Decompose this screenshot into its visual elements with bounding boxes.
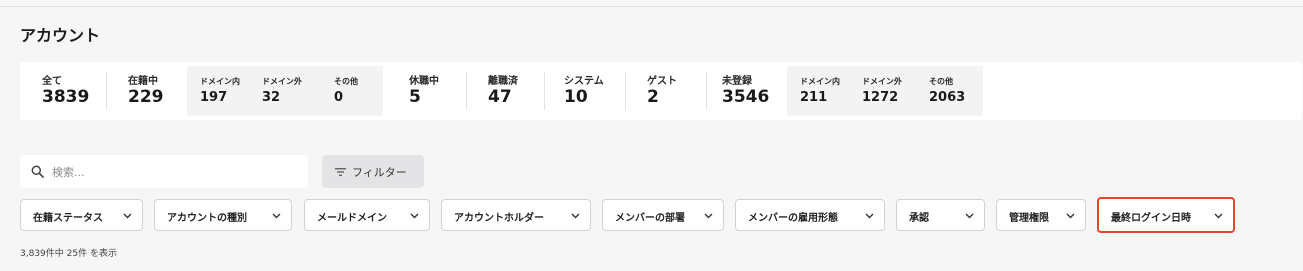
stat-label: 在籍中 bbox=[128, 76, 158, 87]
chevron-down-icon bbox=[865, 213, 874, 219]
filter-chip-account-type[interactable]: アカウントの種別 bbox=[154, 199, 292, 231]
divider bbox=[706, 72, 707, 110]
filter-chip-enrollment-status[interactable]: 在籍ステータス bbox=[20, 199, 143, 231]
filter-button-label: フィルター bbox=[352, 166, 407, 179]
top-divider bbox=[0, 6, 1303, 7]
chevron-down-icon bbox=[965, 213, 974, 219]
filter-chip-employment-type[interactable]: メンバーの雇用形態 bbox=[735, 199, 885, 231]
stat-label: その他 bbox=[334, 77, 358, 86]
stat-value: 3839 bbox=[42, 87, 90, 107]
account-stats-card: 全て 3839 在籍中 229 ドメイン内 197 ドメイン外 32 その他 0… bbox=[20, 62, 1302, 120]
unregistered-breakdown: ドメイン内 211 ドメイン外 1272 その他 2063 bbox=[787, 66, 983, 116]
divider bbox=[544, 72, 545, 110]
stat-value: 2063 bbox=[929, 90, 966, 105]
stat-value: 47 bbox=[488, 87, 512, 107]
stat-value: 3546 bbox=[722, 87, 770, 107]
chip-label: アカウントの種別 bbox=[167, 213, 247, 224]
stat-value: 0 bbox=[334, 90, 344, 105]
filter-chip-member-department[interactable]: メンバーの部署 bbox=[602, 199, 724, 231]
divider bbox=[625, 72, 626, 110]
chevron-down-icon bbox=[410, 213, 419, 219]
chip-label: 管理権限 bbox=[1009, 213, 1049, 224]
divider bbox=[106, 72, 107, 110]
chip-label: 承認 bbox=[909, 213, 929, 224]
filter-chip-account-holder[interactable]: アカウントホルダー bbox=[441, 199, 591, 231]
stat-value: 32 bbox=[262, 90, 281, 105]
filter-button[interactable]: フィルター bbox=[322, 155, 424, 188]
stat-label: その他 bbox=[929, 77, 953, 86]
chip-label: メールドメイン bbox=[317, 213, 387, 224]
result-count: 3,839件中 25件 を表示 bbox=[20, 249, 117, 259]
stat-value: 1272 bbox=[862, 90, 899, 105]
chip-label: 最終ログイン日時 bbox=[1111, 213, 1191, 224]
chevron-down-icon bbox=[571, 213, 580, 219]
filter-chip-last-login[interactable]: 最終ログイン日時 bbox=[1097, 197, 1235, 233]
stat-value: 5 bbox=[409, 87, 421, 107]
stat-label: ゲスト bbox=[647, 76, 677, 87]
chevron-down-icon bbox=[1214, 213, 1223, 219]
stat-label: 全て bbox=[42, 76, 62, 87]
search-box bbox=[20, 155, 308, 188]
stat-value: 197 bbox=[200, 90, 228, 105]
enrolled-breakdown: ドメイン内 197 ドメイン外 32 その他 0 bbox=[187, 66, 383, 116]
page-title: アカウント bbox=[20, 26, 101, 45]
stat-label: 離職済 bbox=[488, 76, 518, 87]
search-input[interactable] bbox=[52, 162, 292, 182]
stat-value: 211 bbox=[800, 90, 828, 105]
stat-value: 229 bbox=[128, 87, 164, 107]
stat-label: ドメイン外 bbox=[862, 77, 902, 86]
stat-label: 未登録 bbox=[722, 76, 752, 87]
search-icon bbox=[31, 165, 44, 178]
chevron-down-icon bbox=[1066, 213, 1075, 219]
divider bbox=[466, 72, 467, 110]
chevron-down-icon bbox=[123, 213, 132, 219]
stat-value: 10 bbox=[564, 87, 588, 107]
chevron-down-icon bbox=[704, 213, 713, 219]
stat-value: 2 bbox=[647, 87, 659, 107]
filter-chip-approval[interactable]: 承認 bbox=[896, 199, 985, 231]
filter-chip-mail-domain[interactable]: メールドメイン bbox=[304, 199, 430, 231]
stat-label: ドメイン内 bbox=[800, 77, 840, 86]
filter-lines-icon bbox=[335, 168, 346, 176]
chip-label: メンバーの部署 bbox=[615, 213, 685, 224]
stat-label: 休職中 bbox=[409, 76, 439, 87]
stat-label: システム bbox=[564, 76, 604, 87]
chip-label: アカウントホルダー bbox=[454, 213, 544, 224]
filter-chip-admin-permission[interactable]: 管理権限 bbox=[996, 199, 1086, 231]
stat-label: ドメイン外 bbox=[262, 77, 302, 86]
stat-label: ドメイン内 bbox=[200, 77, 240, 86]
chevron-down-icon bbox=[272, 213, 281, 219]
chip-label: メンバーの雇用形態 bbox=[748, 213, 838, 224]
chip-label: 在籍ステータス bbox=[33, 213, 103, 224]
